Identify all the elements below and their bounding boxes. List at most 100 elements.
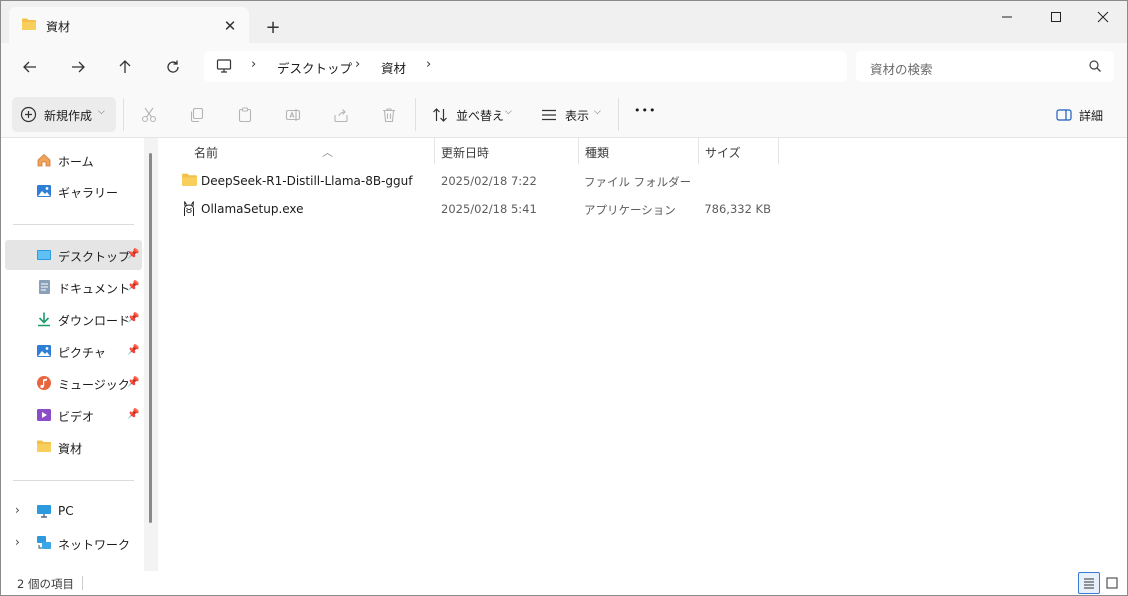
- sidebar-item-desktop[interactable]: デスクトップ 📌: [5, 240, 142, 270]
- sidebar-item-gallery[interactable]: ギャラリー: [5, 176, 142, 206]
- sidebar-item-video[interactable]: ビデオ 📌: [5, 400, 142, 430]
- forward-button[interactable]: [64, 53, 92, 81]
- sidebar-item-pictures[interactable]: ピクチャ 📌: [5, 336, 142, 366]
- delete-icon[interactable]: [379, 105, 399, 125]
- cut-icon[interactable]: [139, 105, 159, 125]
- sidebar-item-label: 資材: [58, 442, 83, 456]
- refresh-button[interactable]: [159, 53, 187, 81]
- toolbar-divider: [123, 98, 124, 131]
- chevron-down-icon: ⌵: [505, 107, 512, 117]
- search-placeholder: 資材の検索: [870, 62, 933, 77]
- sidebar-item-pc[interactable]: › PC: [5, 496, 142, 526]
- more-options-button[interactable]: •••: [634, 104, 656, 117]
- sort-button[interactable]: 並べ替え: [456, 107, 504, 124]
- file-row[interactable]: OllamaSetup.exe 2025/02/18 5:41 アプリケーション…: [178, 196, 778, 222]
- status-divider: [82, 576, 83, 590]
- search-icon[interactable]: [1088, 59, 1102, 76]
- tiles-view-button[interactable]: [1101, 572, 1123, 594]
- breadcrumb-desktop[interactable]: デスクトップ: [277, 58, 352, 77]
- pin-icon[interactable]: 📌: [127, 313, 139, 324]
- share-icon[interactable]: [331, 105, 351, 125]
- arrow-right-icon: [72, 61, 85, 73]
- home-icon: [36, 152, 52, 168]
- column-header-date[interactable]: 更新日時: [435, 138, 578, 164]
- paste-icon[interactable]: [235, 105, 255, 125]
- new-tab-button[interactable]: +: [261, 15, 285, 39]
- tiles-view-icon: [1106, 577, 1118, 589]
- column-header-name[interactable]: ︿ 名前: [178, 138, 434, 164]
- chevron-right-icon[interactable]: ›: [251, 57, 256, 72]
- folder-icon: [181, 172, 198, 190]
- file-name: DeepSeek-R1-Distill-Llama-8B-gguf: [201, 174, 413, 188]
- details-view-button[interactable]: [1078, 572, 1100, 594]
- sidebar-item-shizai[interactable]: 資材: [5, 432, 142, 462]
- sidebar-item-network[interactable]: › ネットワーク: [5, 528, 142, 558]
- chevron-right-icon[interactable]: ›: [426, 57, 431, 72]
- column-header-type[interactable]: 種類: [579, 138, 698, 164]
- close-tab-icon[interactable]: ✕: [219, 15, 241, 37]
- view-icon[interactable]: [539, 105, 559, 125]
- pin-icon[interactable]: 📌: [127, 377, 139, 388]
- copy-icon[interactable]: [187, 105, 207, 125]
- navigation-bar: › デスクトップ › 資材 › 資材の検索: [1, 43, 1127, 91]
- pc-icon: [36, 503, 52, 519]
- file-name: OllamaSetup.exe: [201, 202, 304, 216]
- tab-active[interactable]: 資材 ✕: [9, 7, 249, 43]
- address-bar[interactable]: › デスクトップ › 資材 ›: [204, 51, 847, 82]
- close-icon: [1097, 11, 1109, 23]
- command-bar: 新規作成 ⌵ 並べ替え ⌵ 表示 ⌵ ••• 詳細: [1, 91, 1127, 138]
- chevron-right-icon[interactable]: ›: [15, 503, 20, 517]
- list-view-icon: [1084, 578, 1094, 589]
- file-date: 2025/02/18 7:22: [441, 174, 537, 188]
- sidebar-item-home[interactable]: ホーム: [5, 145, 142, 175]
- minimize-button[interactable]: [983, 1, 1031, 33]
- scrollbar-thumb[interactable]: [149, 153, 152, 523]
- sort-icon[interactable]: [430, 105, 450, 125]
- desktop-icon: [36, 247, 52, 263]
- chevron-right-icon[interactable]: ›: [15, 535, 20, 549]
- sidebar-item-documents[interactable]: ドキュメント 📌: [5, 272, 142, 302]
- file-size: 786,332 KB: [704, 202, 771, 216]
- rename-icon[interactable]: [283, 105, 303, 125]
- details-pane-icon[interactable]: [1054, 105, 1074, 125]
- chevron-down-icon: ⌵: [594, 107, 601, 117]
- toolbar-divider: [415, 98, 416, 131]
- gallery-icon: [36, 183, 52, 199]
- folder-icon: [21, 17, 37, 34]
- sidebar-item-label: ドキュメント: [58, 282, 131, 296]
- sidebar-item-label: ビデオ: [58, 410, 95, 424]
- pin-icon[interactable]: 📌: [127, 345, 139, 356]
- sidebar-divider: [13, 224, 134, 225]
- sidebar-item-label: デスクトップ: [58, 250, 131, 264]
- status-bar: 2 個の項目: [1, 571, 1127, 595]
- search-input[interactable]: 資材の検索: [856, 51, 1114, 82]
- chevron-right-icon[interactable]: ›: [355, 57, 360, 72]
- title-bar: 資材 ✕ +: [1, 1, 1127, 43]
- pc-icon: [216, 58, 232, 77]
- close-window-button[interactable]: [1079, 1, 1127, 33]
- documents-icon: [36, 279, 52, 295]
- file-date: 2025/02/18 5:41: [441, 202, 537, 216]
- pin-icon[interactable]: 📌: [127, 409, 139, 420]
- sidebar-item-downloads[interactable]: ダウンロード 📌: [5, 304, 142, 334]
- maximize-button[interactable]: [1032, 1, 1080, 33]
- details-button[interactable]: 詳細: [1079, 107, 1103, 124]
- column-header-size[interactable]: サイズ: [699, 138, 778, 164]
- navigation-pane: ホーム ギャラリー デスクトップ 📌 ドキュメント 📌 ダウンロード 📌 ピクチ…: [1, 138, 158, 571]
- new-button[interactable]: 新規作成 ⌵: [12, 97, 116, 132]
- column-divider[interactable]: [778, 138, 779, 164]
- up-button[interactable]: [111, 53, 139, 81]
- maximize-icon: [1051, 12, 1061, 22]
- sidebar-item-label: ギャラリー: [58, 186, 119, 200]
- breadcrumb-current[interactable]: 資材: [381, 58, 406, 77]
- sidebar-item-label: ホーム: [58, 155, 94, 169]
- refresh-icon: [167, 60, 179, 73]
- sidebar-scrollbar[interactable]: [144, 138, 158, 571]
- back-button[interactable]: [16, 53, 44, 81]
- minimize-icon: [1002, 16, 1012, 18]
- file-row[interactable]: DeepSeek-R1-Distill-Llama-8B-gguf 2025/0…: [178, 168, 778, 194]
- pin-icon[interactable]: 📌: [127, 249, 139, 260]
- sidebar-item-music[interactable]: ミュージック 📌: [5, 368, 142, 398]
- view-button[interactable]: 表示: [565, 107, 589, 124]
- pin-icon[interactable]: 📌: [127, 281, 139, 292]
